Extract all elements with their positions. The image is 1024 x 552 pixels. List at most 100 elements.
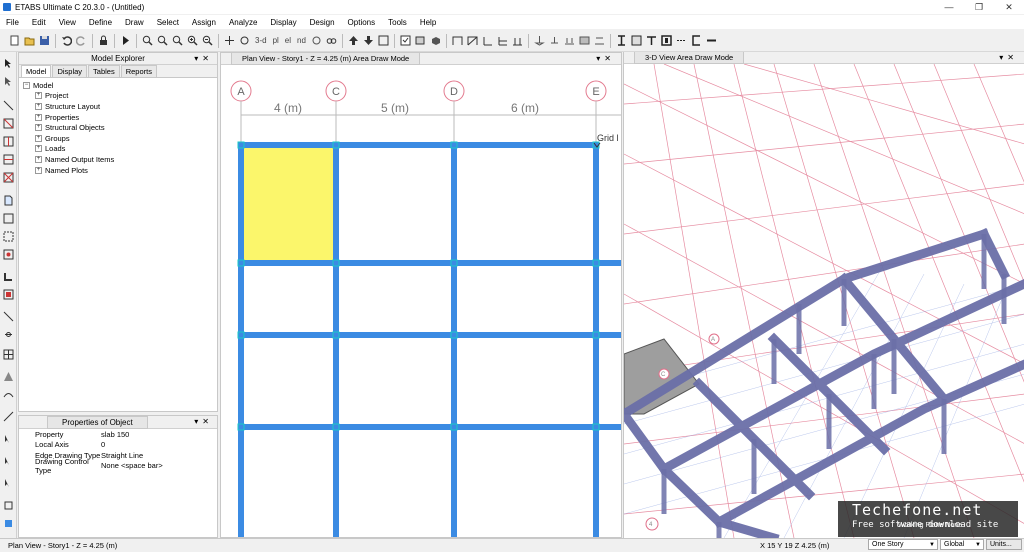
zoom-extents-icon[interactable] [156, 34, 169, 47]
expand-icon[interactable]: + [35, 124, 42, 132]
zoom-previous-icon[interactable] [171, 34, 184, 47]
set-display-options-icon[interactable] [399, 34, 412, 47]
property-value[interactable]: None <space bar> [101, 461, 217, 470]
expand-icon[interactable]: + [35, 102, 42, 110]
plan-view-button[interactable]: pl [271, 36, 281, 45]
assign-restraint-icon[interactable] [533, 34, 546, 47]
reshape-pointer-icon[interactable] [3, 76, 14, 87]
open-folder-icon[interactable] [23, 34, 36, 47]
beam-row-3[interactable] [238, 332, 621, 338]
expand-icon[interactable]: + [35, 145, 42, 153]
menu-help[interactable]: Help [414, 18, 443, 27]
property-value[interactable]: slab 150 [101, 430, 217, 439]
property-row[interactable]: Property slab 150 [19, 429, 217, 440]
beam-col-a[interactable] [238, 142, 244, 537]
plan-view-canvas[interactable]: A C D E 4 (m) 5 (m) 6 (m) Grid l [221, 65, 621, 537]
view-3d-button[interactable]: 3-d [253, 36, 269, 45]
beam-row-4[interactable] [238, 424, 621, 430]
draw-tendon-icon[interactable] [3, 389, 14, 400]
draw-floor-icon[interactable] [3, 195, 14, 206]
assign-support-icon[interactable] [548, 34, 561, 47]
panel-pin-close-icons[interactable]: ▾✕ [194, 54, 213, 63]
object-shrink-icon[interactable] [377, 34, 390, 47]
draw-column-tool-icon[interactable] [3, 136, 14, 147]
tab-model[interactable]: Model [21, 65, 52, 77]
run-analysis-icon[interactable] [119, 34, 132, 47]
draw-link-icon[interactable] [3, 329, 14, 340]
draw-wall-tool-icon[interactable] [3, 271, 14, 282]
perspective-icon[interactable] [325, 34, 338, 47]
beam-col-e[interactable] [593, 142, 599, 537]
area-section-icon[interactable] [630, 34, 643, 47]
shading-icon[interactable] [414, 34, 427, 47]
draw-dimension-icon[interactable] [3, 311, 14, 322]
panel-pin-close-icons[interactable]: ▾✕ [194, 417, 213, 426]
property-value[interactable]: Straight Line [101, 451, 217, 460]
elevation-view-button[interactable]: el [283, 36, 293, 45]
draw-beam-tool-icon[interactable] [3, 154, 14, 165]
redo-icon[interactable] [75, 34, 88, 47]
minimize-button[interactable]: — [934, 0, 964, 14]
quick-draw-floor-icon[interactable] [3, 231, 14, 242]
tree-item-project[interactable]: + Project [23, 91, 213, 102]
expand-icon[interactable]: + [35, 134, 42, 142]
draw-column-icon[interactable] [481, 34, 494, 47]
view-pin-close-icons[interactable]: ▾✕ [596, 54, 615, 63]
beam-col-d[interactable] [451, 142, 457, 537]
draw-frame-tool-icon[interactable] [3, 118, 14, 129]
i-section-icon[interactable] [615, 34, 628, 47]
maximize-button[interactable]: ❐ [964, 0, 994, 14]
tree-item-named-plots[interactable]: + Named Plots [23, 165, 213, 176]
box-section-icon[interactable] [660, 34, 673, 47]
pan-icon[interactable] [223, 34, 236, 47]
tree-item-properties[interactable]: + Properties [23, 112, 213, 123]
menu-view[interactable]: View [53, 18, 83, 27]
draw-joint-icon[interactable] [3, 100, 14, 111]
view-pin-close-icons[interactable]: ▾✕ [999, 53, 1018, 62]
expand-icon[interactable]: + [35, 166, 42, 174]
menu-select[interactable]: Select [151, 18, 186, 27]
menu-design[interactable]: Design [304, 18, 342, 27]
undo-icon[interactable] [60, 34, 73, 47]
assign-area-load-icon[interactable] [578, 34, 591, 47]
snap-options-icon[interactable] [3, 518, 14, 529]
menu-assign[interactable]: Assign [186, 18, 223, 27]
tab-reports[interactable]: Reports [120, 65, 157, 77]
property-value[interactable]: 0 [101, 440, 217, 449]
collapse-icon[interactable]: − [23, 81, 30, 89]
lock-icon[interactable] [97, 34, 110, 47]
beam-row-2[interactable] [238, 260, 621, 266]
quick-draw-wall-icon[interactable] [3, 289, 14, 300]
tree-item-model[interactable]: − Model [23, 80, 213, 91]
property-row[interactable]: Drawing Control Type None <space bar> [19, 457, 217, 475]
draw-reference-line-icon[interactable] [3, 411, 14, 422]
tree-item-structure-layout[interactable]: + Structure Layout [23, 101, 213, 112]
tab-display[interactable]: Display [52, 65, 88, 77]
menu-options[interactable]: Options [342, 18, 383, 27]
expand-icon[interactable]: + [35, 92, 42, 100]
menu-display[interactable]: Display [264, 18, 303, 27]
zoom-window-icon[interactable] [141, 34, 154, 47]
move-down-icon[interactable] [362, 34, 375, 47]
channel-section-icon[interactable] [690, 34, 703, 47]
draw-grid-icon[interactable] [3, 349, 14, 360]
tree-item-named-output-items[interactable]: + Named Output Items [23, 154, 213, 165]
zoom-out-icon[interactable] [201, 34, 214, 47]
assign-frame-icon[interactable] [593, 34, 606, 47]
t-section-icon[interactable] [645, 34, 658, 47]
select-previous-icon[interactable] [3, 456, 14, 467]
beam-col-c[interactable] [333, 142, 339, 537]
columns-3d[interactable] [661, 234, 1007, 538]
draw-rect-floor-icon[interactable] [3, 213, 14, 224]
move-up-icon[interactable] [347, 34, 360, 47]
select-all-icon[interactable] [3, 434, 14, 445]
dashed-line-icon[interactable] [675, 34, 688, 47]
draw-brace-icon[interactable] [466, 34, 479, 47]
menu-tools[interactable]: Tools [382, 18, 414, 27]
tab-tables[interactable]: Tables [88, 65, 120, 77]
zoom-in-icon[interactable] [186, 34, 199, 47]
view-3d-canvas[interactable]: A C 4 [624, 64, 1024, 538]
property-row[interactable]: Local Axis 0 [19, 440, 217, 451]
draw-brace-tool-icon[interactable] [3, 172, 14, 183]
close-button[interactable]: ✕ [994, 0, 1024, 14]
